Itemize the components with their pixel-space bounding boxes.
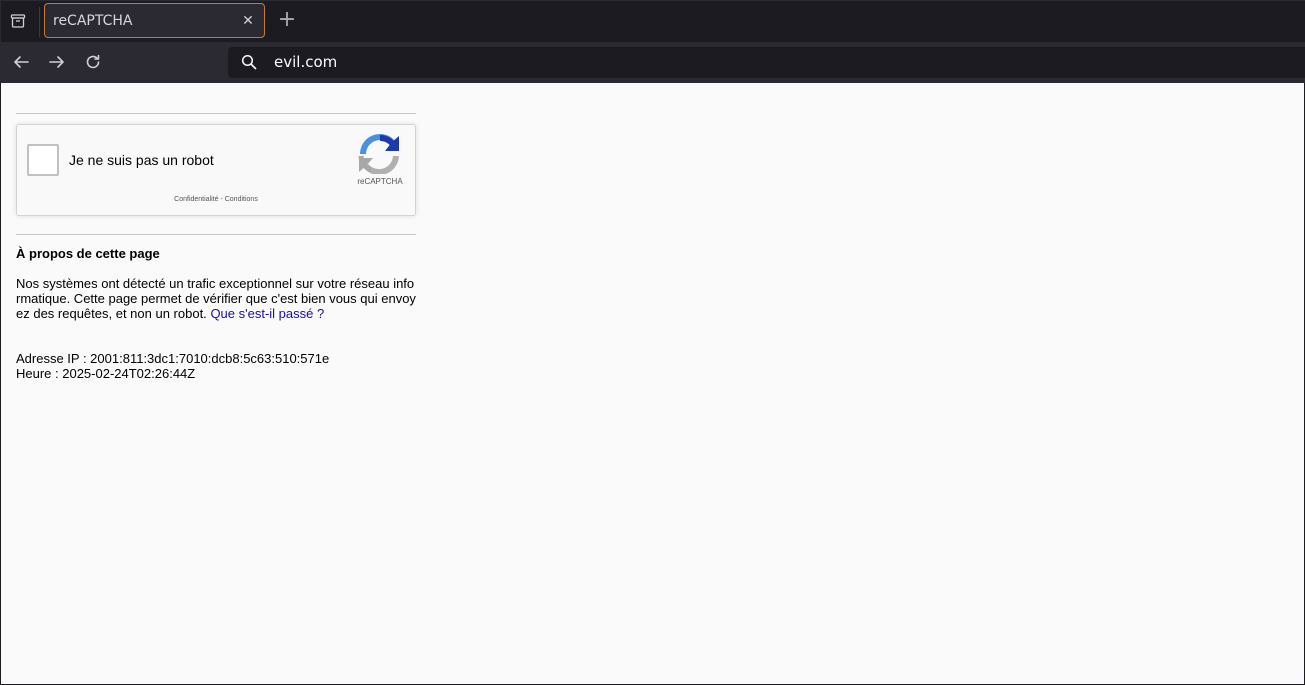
recaptcha-widget: Je ne suis pas un robot reCAPTCHA Confid…: [16, 124, 416, 216]
tab-list-icon[interactable]: [3, 5, 33, 37]
page-content: Je ne suis pas un robot reCAPTCHA Confid…: [16, 83, 416, 381]
forward-arrow-icon[interactable]: [44, 50, 70, 74]
nav-bar: evil.com: [0, 42, 1305, 83]
about-description: Nos systèmes ont détecté un trafic excep…: [16, 276, 416, 321]
request-info: Adresse IP : 2001:811:3dc1:7010:dcb8:5c6…: [16, 351, 416, 381]
back-arrow-icon[interactable]: [8, 50, 34, 74]
divider: [16, 234, 416, 235]
ip-address: Adresse IP : 2001:811:3dc1:7010:dcb8:5c6…: [16, 351, 330, 366]
new-tab-icon[interactable]: +: [276, 9, 298, 31]
url-bar[interactable]: evil.com: [228, 47, 1305, 78]
page-viewport: Je ne suis pas un robot reCAPTCHA Confid…: [1, 83, 1304, 684]
tab-bar: reCAPTCHA ✕ +: [0, 0, 1305, 42]
close-tab-icon[interactable]: ✕: [240, 13, 256, 29]
privacy-terms-links[interactable]: Confidentialité - Conditions: [17, 196, 415, 203]
robot-checkbox-label[interactable]: Je ne suis pas un robot: [69, 152, 214, 168]
timestamp: Heure : 2025-02-24T02:26:44Z: [16, 366, 196, 381]
recaptcha-logo-icon: [358, 134, 399, 174]
search-icon: [241, 54, 257, 75]
tab-separator: [39, 7, 40, 37]
recaptcha-brand-label: reCAPTCHA: [357, 177, 403, 186]
reload-icon[interactable]: [80, 50, 106, 74]
divider: [16, 113, 416, 114]
what-happened-link[interactable]: Que s'est-il passé ?: [210, 306, 324, 321]
about-heading: À propos de cette page: [16, 246, 160, 261]
active-tab[interactable]: reCAPTCHA ✕: [44, 3, 265, 38]
robot-checkbox[interactable]: [27, 144, 59, 176]
tab-title: reCAPTCHA: [53, 12, 133, 29]
url-text[interactable]: evil.com: [274, 53, 337, 71]
